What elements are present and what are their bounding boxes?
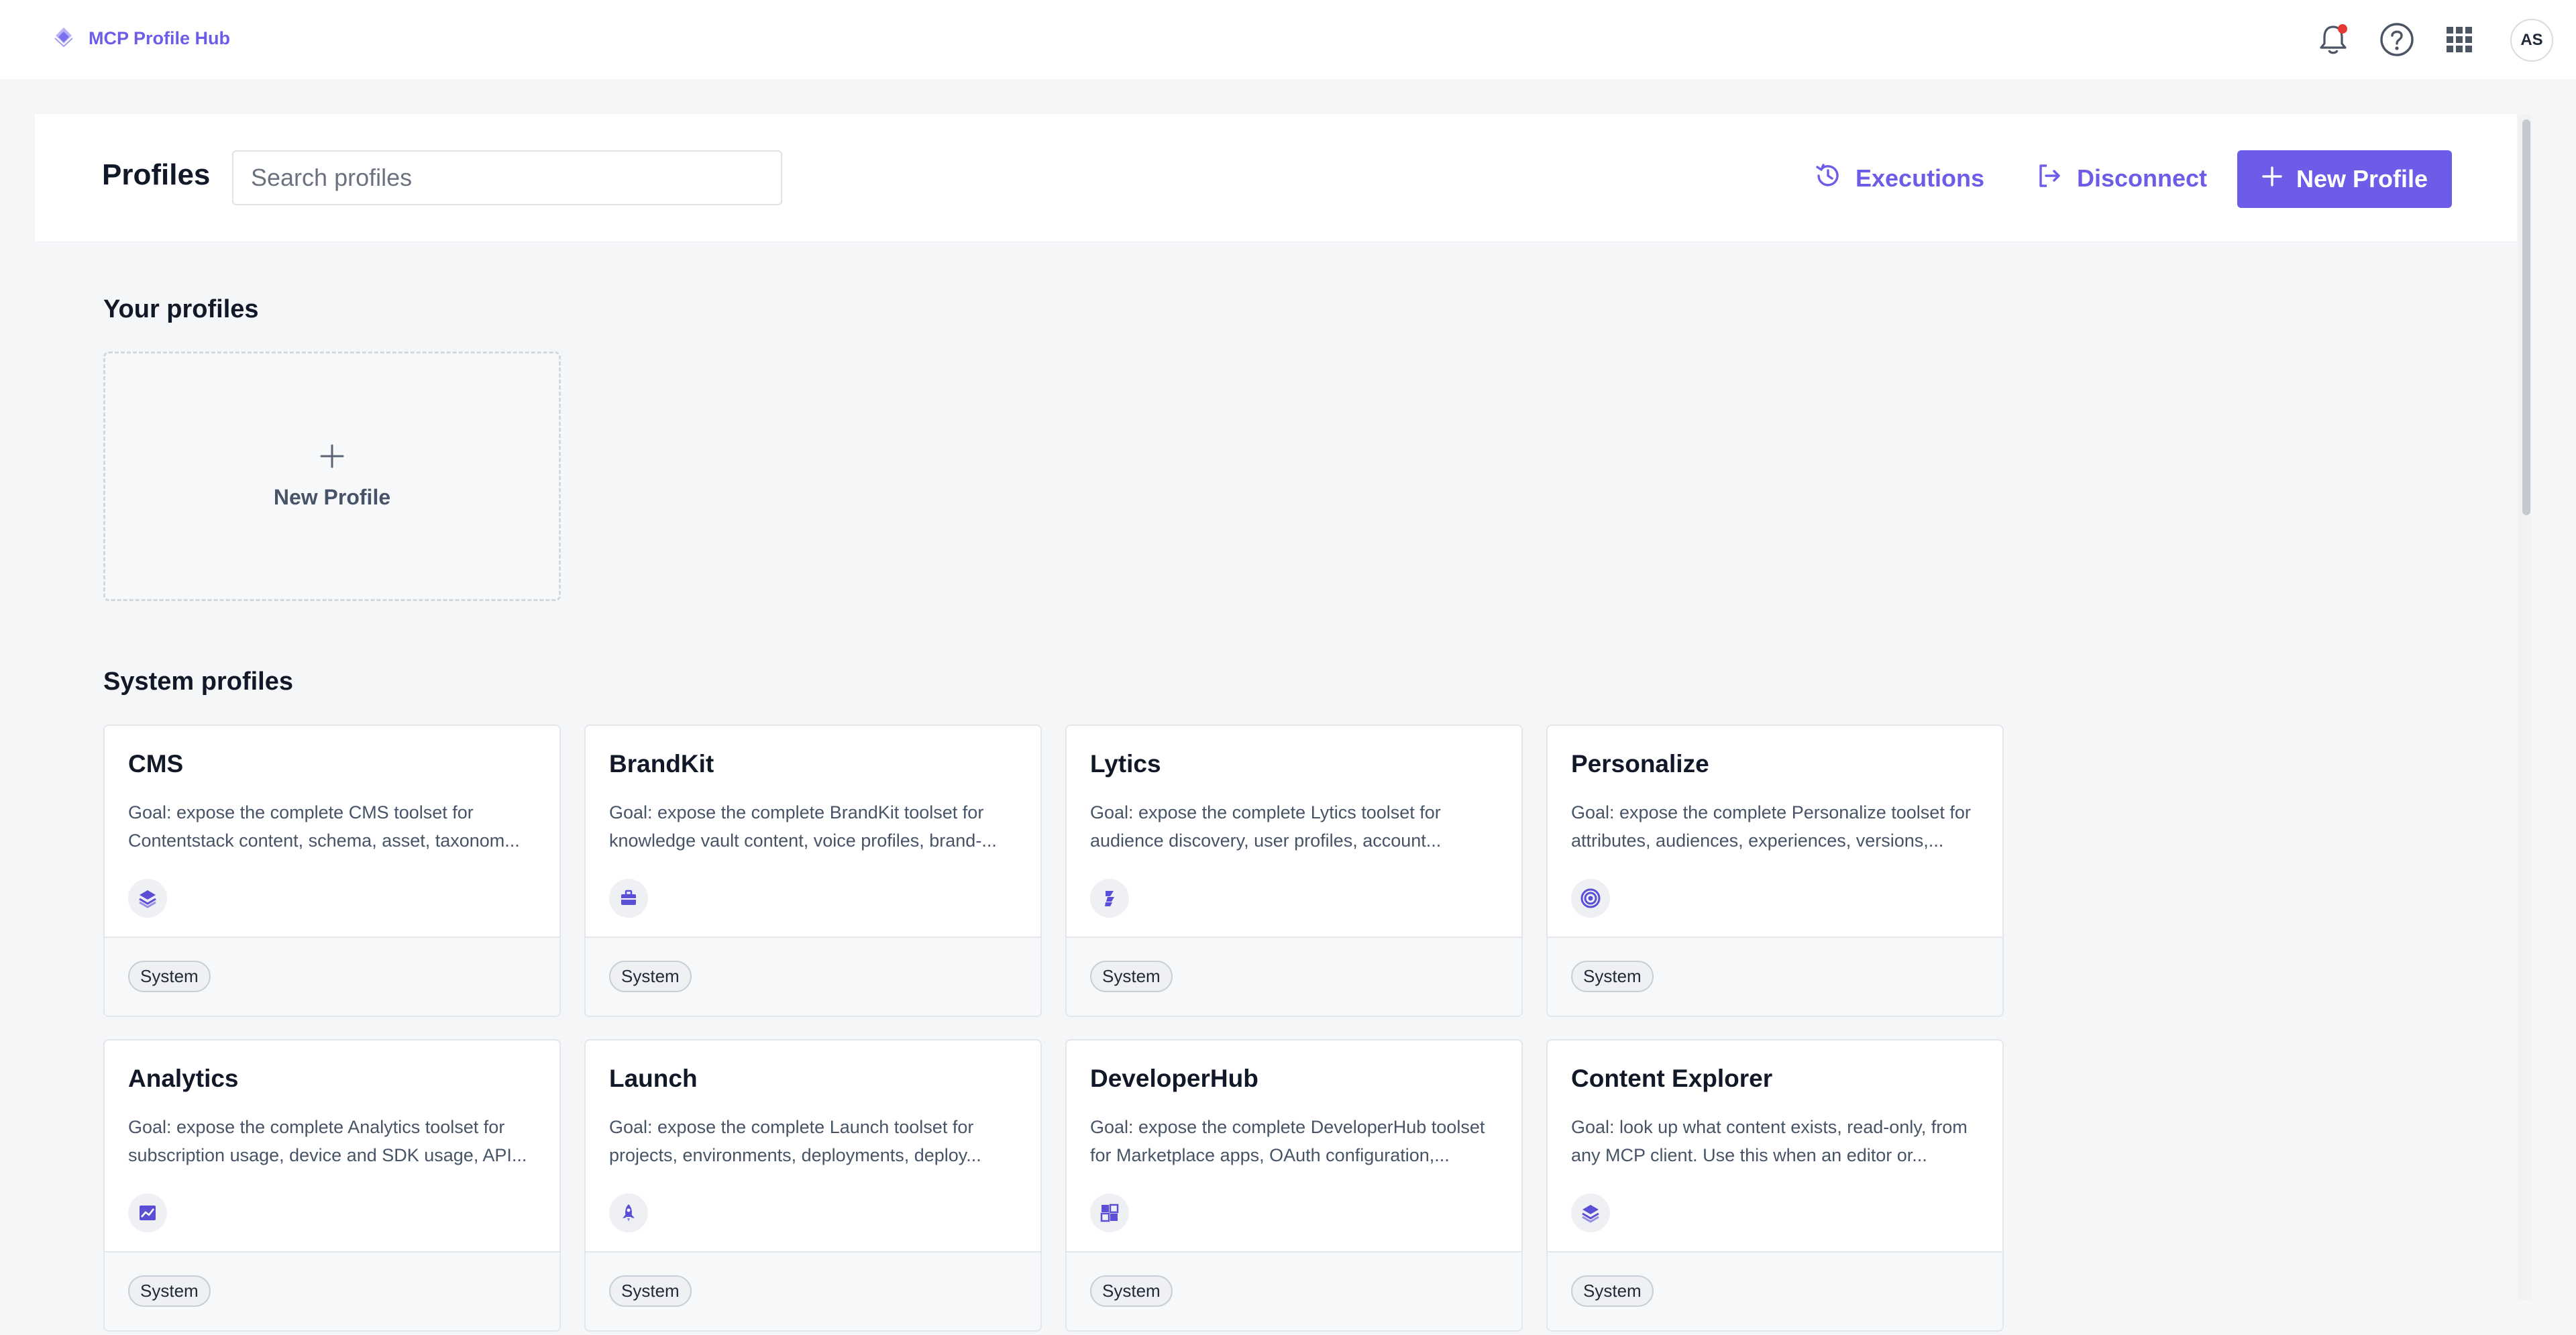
system-badge: System [128, 1275, 211, 1307]
scrollbar-thumb[interactable] [2522, 119, 2530, 515]
system-badge: System [609, 961, 692, 992]
profile-description: Goal: expose the complete Analytics tool… [128, 1117, 527, 1165]
profile-name: DeveloperHub [1090, 1065, 1258, 1092]
profile-name: BrandKit [609, 750, 714, 778]
card-footer: System [586, 1251, 1040, 1330]
logo-icon [52, 25, 75, 52]
profile-name: Analytics [128, 1065, 239, 1092]
your-profiles-heading: Your profiles [103, 295, 259, 323]
system-badge: System [1090, 961, 1173, 992]
system-profiles-heading: System profiles [103, 668, 293, 696]
profile-name: CMS [128, 750, 184, 778]
app-title: MCP Profile Hub [89, 28, 231, 48]
system-badge: System [1571, 1275, 1654, 1307]
new-profile-button[interactable]: New Profile [2237, 150, 2452, 208]
system-badge: System [1571, 961, 1654, 992]
disconnect-button[interactable]: Disconnect [2035, 154, 2207, 203]
card-footer: System [1548, 937, 2002, 1016]
system-badge: System [128, 961, 211, 992]
profile-card[interactable]: BrandKit Goal: expose the complete Brand… [584, 725, 1042, 1017]
notification-dot [2338, 24, 2347, 34]
top-bar: MCP Profile Hub AS [0, 0, 2576, 79]
profile-card[interactable]: DeveloperHub Goal: expose the complete D… [1065, 1039, 1523, 1332]
main-content: Profiles Executions Disconnect [35, 114, 2517, 1332]
history-icon [1814, 162, 1842, 196]
chart-icon [128, 1193, 167, 1232]
notifications-button[interactable] [2314, 21, 2353, 60]
profile-description: Goal: expose the complete CMS toolset fo… [128, 802, 520, 851]
profile-card[interactable]: CMS Goal: expose the complete CMS toolse… [103, 725, 561, 1017]
profile-card[interactable]: Personalize Goal: expose the complete Pe… [1546, 725, 2004, 1017]
card-footer: System [586, 937, 1040, 1016]
profile-name: Lytics [1090, 750, 1161, 778]
apps-icon [1090, 1193, 1129, 1232]
new-profile-card[interactable]: New Profile [103, 352, 561, 601]
system-badge: System [1090, 1275, 1173, 1307]
card-footer: System [1067, 1251, 1521, 1330]
profile-card[interactable]: Analytics Goal: expose the complete Anal… [103, 1039, 561, 1332]
executions-button[interactable]: Executions [1814, 154, 1984, 203]
help-button[interactable] [2377, 21, 2416, 60]
profile-description: Goal: expose the complete Launch toolset… [609, 1117, 981, 1165]
card-footer: System [105, 937, 559, 1016]
target-icon [1571, 879, 1610, 918]
card-footer: System [105, 1251, 559, 1330]
profile-name: Content Explorer [1571, 1065, 1773, 1092]
lytics-icon [1090, 879, 1129, 918]
brand[interactable]: MCP Profile Hub [52, 25, 230, 52]
new-profile-button-label: New Profile [2296, 165, 2428, 193]
new-profile-card-label: New Profile [273, 485, 391, 509]
profile-description: Goal: look up what content exists, read-… [1571, 1117, 1968, 1165]
profile-name: Launch [609, 1065, 698, 1092]
toolbox-icon [609, 879, 648, 918]
profile-description: Goal: expose the complete Lytics toolset… [1090, 802, 1442, 851]
search-input[interactable] [232, 150, 782, 205]
profile-card[interactable]: Lytics Goal: expose the complete Lytics … [1065, 725, 1523, 1017]
card-footer: System [1548, 1251, 2002, 1330]
system-badge: System [609, 1275, 692, 1307]
profile-name: Personalize [1571, 750, 1709, 778]
rocket-icon [609, 1193, 648, 1232]
profile-card[interactable]: Content Explorer Goal: look up what cont… [1546, 1039, 2004, 1332]
profile-description: Goal: expose the complete Personalize to… [1571, 802, 1971, 851]
page-header: Profiles Executions Disconnect [35, 114, 2517, 242]
disconnect-label: Disconnect [2077, 164, 2208, 192]
layers-icon [128, 879, 167, 918]
app-switcher-button[interactable] [2440, 21, 2479, 60]
profile-description: Goal: expose the complete BrandKit tools… [609, 802, 997, 851]
plus-icon [2261, 165, 2283, 193]
logout-icon [2035, 162, 2063, 196]
profile-card[interactable]: Launch Goal: expose the complete Launch … [584, 1039, 1042, 1332]
page-title: Profiles [102, 158, 211, 191]
layers-icon [1571, 1193, 1610, 1232]
plus-icon [319, 443, 345, 473]
help-icon [2379, 21, 2415, 61]
grid-icon [2446, 26, 2473, 56]
card-footer: System [1067, 937, 1521, 1016]
executions-label: Executions [1856, 164, 1985, 192]
user-avatar[interactable]: AS [2510, 19, 2553, 62]
profile-description: Goal: expose the complete DeveloperHub t… [1090, 1117, 1485, 1165]
